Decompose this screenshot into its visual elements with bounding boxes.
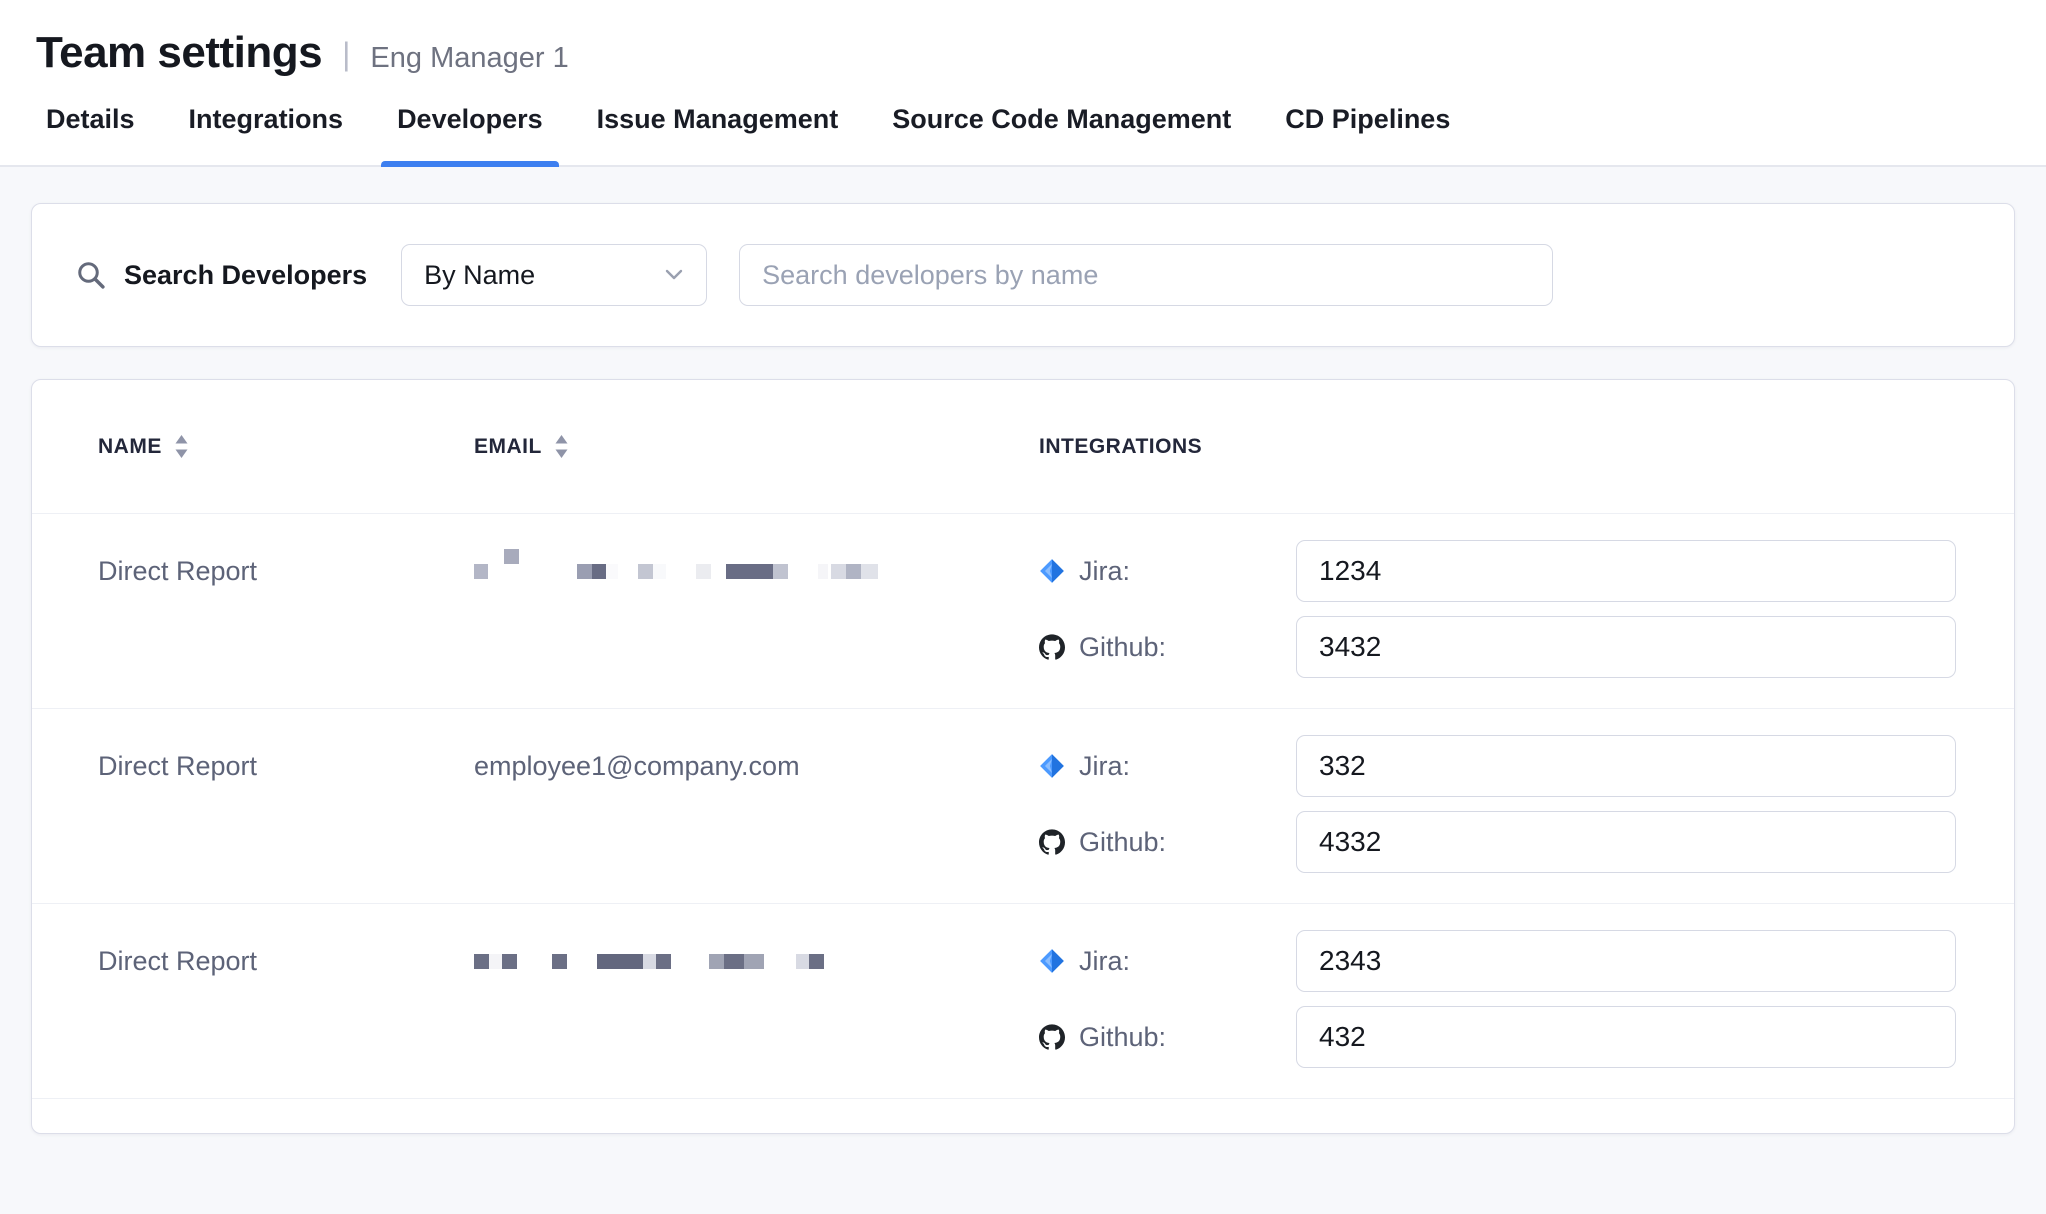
tab-integrations[interactable]: Integrations <box>173 78 360 165</box>
jira-integration-line: Jira: <box>1039 930 1956 992</box>
redaction-block <box>744 954 764 969</box>
tab-developers[interactable]: Developers <box>381 78 559 165</box>
redaction-block <box>726 564 773 579</box>
integrations-column-label: INTEGRATIONS <box>1039 435 1202 459</box>
search-developers-label: Search Developers <box>124 260 367 291</box>
developer-name: Direct Report <box>98 930 474 1068</box>
search-icon <box>76 260 106 290</box>
github-id-input[interactable] <box>1296 811 1956 873</box>
team-name: Eng Manager 1 <box>370 42 568 75</box>
jira-label: Jira: <box>1079 946 1130 977</box>
redaction-block <box>597 954 643 969</box>
redaction-block <box>796 954 809 969</box>
redaction-block <box>577 564 592 579</box>
jira-integration-line: Jira: <box>1039 540 1956 602</box>
sort-icon-name[interactable] <box>174 434 189 459</box>
name-column-label: NAME <box>98 435 162 459</box>
jira-icon <box>1039 753 1065 779</box>
table-row: Direct Report Jira: <box>32 513 2014 708</box>
github-id-input[interactable] <box>1296 616 1956 678</box>
tab-source-code-management[interactable]: Source Code Management <box>876 78 1247 165</box>
column-header-email: EMAIL <box>474 434 1039 459</box>
redaction-block <box>724 954 744 969</box>
redaction-block <box>861 564 878 579</box>
redaction-block <box>656 954 671 969</box>
redaction-block <box>809 954 824 969</box>
integrations-cell: Jira: Github: <box>1039 540 1956 678</box>
developers-table: NAME EMAIL INTEGRATIONS Direct Report <box>31 379 2015 1134</box>
jira-id-input[interactable] <box>1296 540 1956 602</box>
github-key: Github: <box>1039 632 1296 663</box>
jira-integration-line: Jira: <box>1039 735 1956 797</box>
table-header-row: NAME EMAIL INTEGRATIONS <box>32 380 2014 513</box>
redaction-block <box>474 954 489 969</box>
main-content: Search Developers By Name NAME EMAIL <box>0 167 2046 1170</box>
redaction-block <box>831 564 846 579</box>
github-key: Github: <box>1039 827 1296 858</box>
redaction-block <box>606 564 618 579</box>
table-row: Direct Report Jira: <box>32 903 2014 1099</box>
jira-icon <box>1039 558 1065 584</box>
search-panel: Search Developers By Name <box>31 203 2015 347</box>
search-filter-select[interactable]: By Name <box>401 244 707 306</box>
chevron-down-icon <box>664 268 684 282</box>
integrations-cell: Jira: Github: <box>1039 930 1956 1068</box>
redaction-block <box>502 954 517 969</box>
column-header-integrations: INTEGRATIONS <box>1039 435 1956 459</box>
jira-label: Jira: <box>1079 751 1130 782</box>
email-column-label: EMAIL <box>474 435 542 459</box>
tab-cd-pipelines[interactable]: CD Pipelines <box>1269 78 1466 165</box>
page-title: Team settings <box>36 28 322 78</box>
github-label: Github: <box>1079 632 1166 663</box>
tab-details[interactable]: Details <box>30 78 151 165</box>
sort-icon-email[interactable] <box>554 434 569 459</box>
github-icon <box>1039 634 1065 660</box>
github-id-input[interactable] <box>1296 1006 1956 1068</box>
redaction-block <box>846 564 861 579</box>
integrations-cell: Jira: Github: <box>1039 735 1956 873</box>
column-header-name: NAME <box>98 434 474 459</box>
redaction-block <box>638 564 653 579</box>
github-integration-line: Github: <box>1039 811 1956 873</box>
redaction-block <box>653 564 666 579</box>
developer-name: Direct Report <box>98 540 474 678</box>
redaction-block <box>773 564 788 579</box>
github-label: Github: <box>1079 827 1166 858</box>
redaction-block <box>552 954 567 969</box>
page-header: Team settings | Eng Manager 1 <box>0 0 2046 78</box>
tab-issue-management[interactable]: Issue Management <box>581 78 855 165</box>
github-integration-line: Github: <box>1039 1006 1956 1068</box>
tab-bar: Details Integrations Developers Issue Ma… <box>0 78 2046 167</box>
table-row: Direct Report employee1@company.com Jira… <box>32 708 2014 903</box>
redaction-block <box>592 564 606 579</box>
jira-icon <box>1039 948 1065 974</box>
github-label: Github: <box>1079 1022 1166 1053</box>
jira-key: Jira: <box>1039 751 1296 782</box>
github-key: Github: <box>1039 1022 1296 1053</box>
developer-email-redacted <box>474 930 1039 978</box>
jira-id-input[interactable] <box>1296 735 1956 797</box>
jira-key: Jira: <box>1039 946 1296 977</box>
jira-id-input[interactable] <box>1296 930 1956 992</box>
developer-name: Direct Report <box>98 735 474 873</box>
search-input[interactable] <box>739 244 1553 306</box>
github-icon <box>1039 829 1065 855</box>
jira-key: Jira: <box>1039 556 1296 587</box>
redaction-block <box>643 954 656 969</box>
redaction-block <box>709 954 724 969</box>
redaction-block <box>504 549 519 564</box>
redaction-block <box>696 564 711 579</box>
redaction-block <box>489 954 502 969</box>
developer-email: employee1@company.com <box>474 735 1039 873</box>
search-filter-value: By Name <box>424 260 535 291</box>
github-icon <box>1039 1024 1065 1050</box>
jira-label: Jira: <box>1079 556 1130 587</box>
developer-email-redacted <box>474 540 1039 588</box>
github-integration-line: Github: <box>1039 616 1956 678</box>
redaction-block <box>818 564 828 579</box>
redaction-block <box>474 564 488 579</box>
title-separator: | <box>342 36 350 73</box>
